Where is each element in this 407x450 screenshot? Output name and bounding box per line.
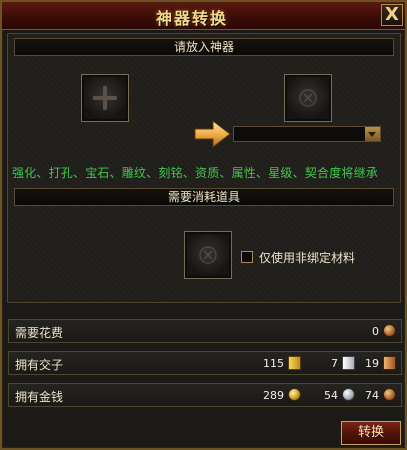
target-artifact-slot[interactable] xyxy=(284,74,332,122)
money-copper-value: 74 xyxy=(365,389,379,402)
non-bound-only-label: 仅使用非绑定材料 xyxy=(259,251,356,265)
copper-note-icon xyxy=(383,356,396,370)
close-button[interactable]: X xyxy=(381,4,403,26)
chevron-down-icon[interactable] xyxy=(365,127,380,141)
materials-header: 需要消耗道具 xyxy=(14,188,394,206)
notes-silver-value: 7 xyxy=(331,357,338,370)
convert-button[interactable]: 转换 xyxy=(341,421,401,445)
notes-label: 拥有交子 xyxy=(15,358,64,372)
money-row: 拥有金钱 289 54 74 xyxy=(8,383,402,407)
target-artifact-select[interactable] xyxy=(233,126,381,142)
cost-row: 需要花费 0 xyxy=(8,319,402,343)
title-bar[interactable]: 神器转换 X xyxy=(2,2,405,30)
material-slot[interactable] xyxy=(184,231,232,279)
copper-coin-icon xyxy=(383,324,396,337)
gold-note-icon xyxy=(288,356,301,370)
money-label: 拥有金钱 xyxy=(15,390,64,404)
notes-gold-value: 115 xyxy=(263,357,284,370)
source-artifact-slot[interactable] xyxy=(81,74,129,122)
notes-row: 拥有交子 115 7 19 xyxy=(8,351,402,375)
slot-emblem-icon xyxy=(299,89,317,107)
window-title: 神器转换 xyxy=(155,9,228,28)
money-gold-value: 289 xyxy=(263,389,284,402)
artifact-conversion-window: 神器转换 X 请放入神器 强化、打孔、宝石、雕纹、刻铭、资质、属性、星级、契合度… xyxy=(0,0,407,450)
money-silver-value: 54 xyxy=(324,389,338,402)
silver-coin-icon xyxy=(342,388,355,401)
conversion-panel: 请放入神器 强化、打孔、宝石、雕纹、刻铭、资质、属性、星级、契合度将继承 需要消… xyxy=(7,33,401,303)
notes-copper-value: 19 xyxy=(365,357,379,370)
cost-copper-value: 0 xyxy=(372,325,379,338)
non-bound-only-checkbox[interactable] xyxy=(241,251,253,263)
copper-coin-icon xyxy=(383,388,396,401)
silver-note-icon xyxy=(342,356,355,370)
cost-label: 需要花费 xyxy=(15,326,64,340)
gold-coin-icon xyxy=(288,388,301,401)
plus-icon xyxy=(93,86,117,110)
material-emblem-icon xyxy=(199,246,217,264)
arrow-right-icon xyxy=(194,119,231,149)
source-header: 请放入神器 xyxy=(14,38,394,56)
inherit-note: 强化、打孔、宝石、雕纹、刻铭、资质、属性、星级、契合度将继承 xyxy=(12,166,379,180)
